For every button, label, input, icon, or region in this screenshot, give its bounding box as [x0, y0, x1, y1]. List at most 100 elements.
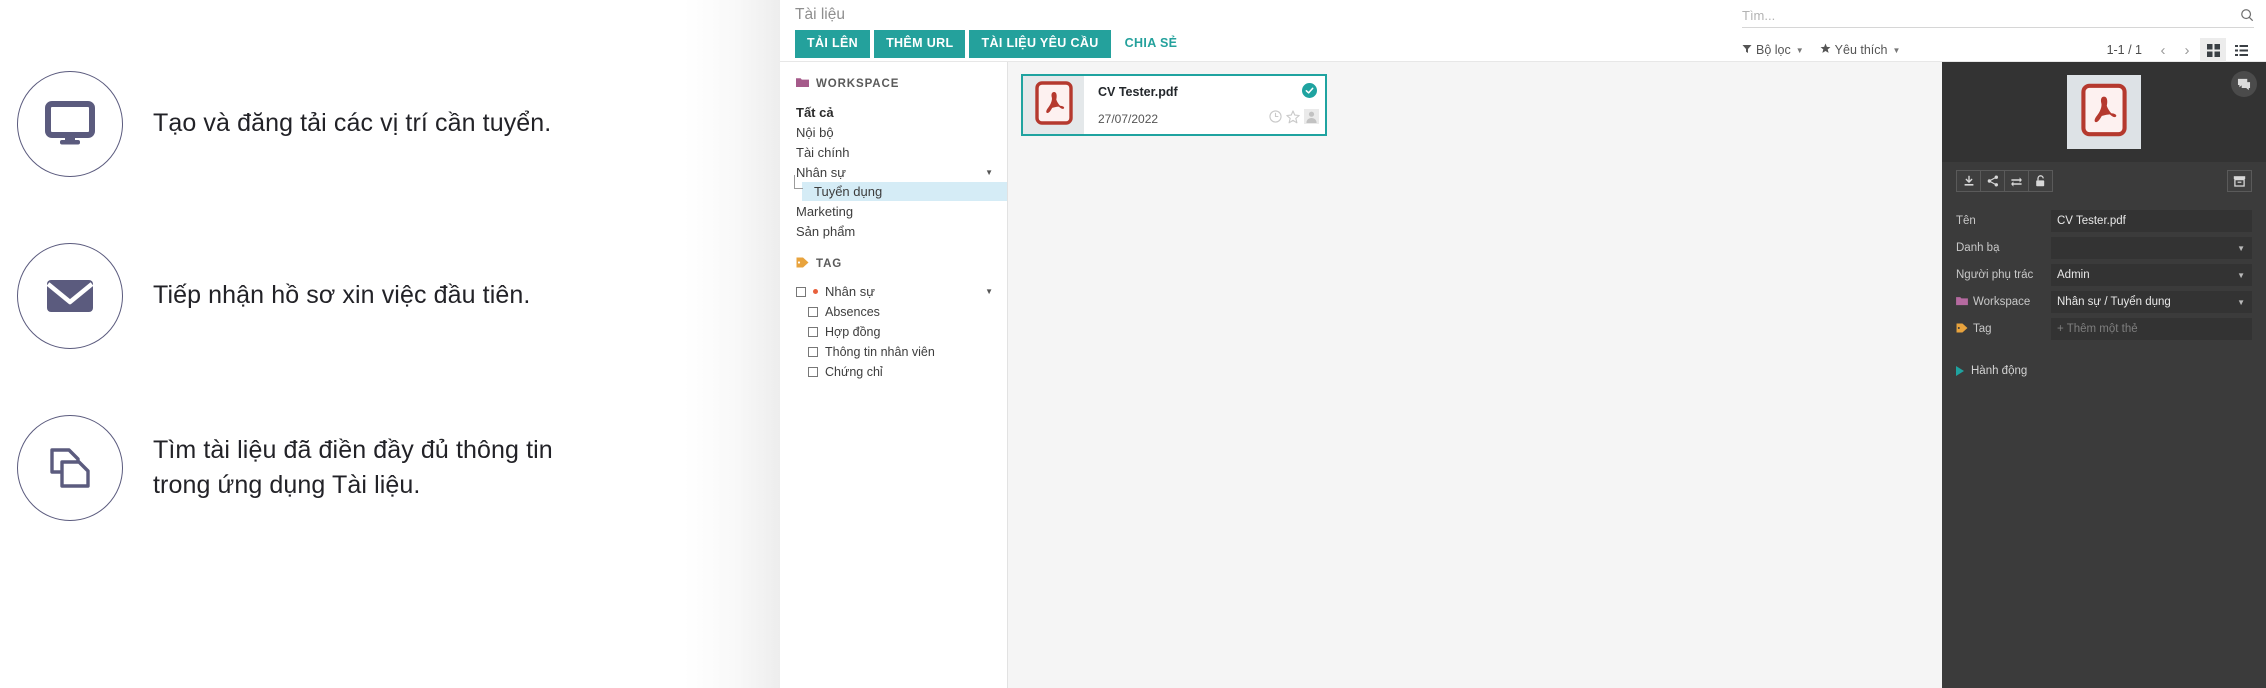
tag-item-certificate[interactable]: Chứng chỉ	[780, 362, 1007, 382]
document-name: CV Tester.pdf	[1098, 85, 1315, 99]
field-workspace-row: Workspace Nhân sự / Tuyển dụng ▼	[1956, 289, 2252, 315]
sidebar-item-all[interactable]: Tất cả	[780, 102, 1007, 122]
sidebar-workspace-header: WORKSPACE	[780, 75, 1007, 102]
control-panel-left: Tài liệu TẢI LÊN THÊM URL TÀI LIỆU YÊU C…	[780, 0, 1480, 58]
previous-page-button[interactable]: ‹	[2152, 39, 2174, 61]
search-input[interactable]	[1742, 8, 2240, 23]
field-tag-label: Tag	[1956, 323, 2051, 336]
promo-item-1-text: Tạo và đăng tải các vị trí cần tuyển.	[153, 106, 551, 142]
body-area: WORKSPACE Tất cả Nội bộ Tài chính Nhân s…	[780, 62, 2266, 688]
next-page-button[interactable]: ›	[2176, 39, 2198, 61]
pager-count: 1-1 / 1	[2107, 43, 2142, 57]
list-view-button[interactable]	[2228, 38, 2254, 62]
tag-checkbox[interactable]	[808, 367, 818, 377]
sidebar-item-finance[interactable]: Tài chính	[780, 142, 1007, 162]
add-url-button[interactable]: THÊM URL	[874, 30, 965, 58]
filter-label: Bộ lọc	[1756, 43, 1791, 57]
copy-documents-icon-circle	[17, 415, 123, 521]
sidebar-item-hr[interactable]: Nhân sự ▼	[780, 162, 1007, 182]
copy-documents-icon	[46, 444, 94, 492]
sidebar-item-marketing[interactable]: Marketing	[780, 201, 1007, 221]
tag-label: Hợp đồng	[825, 325, 880, 339]
filter-icon	[1742, 43, 1752, 57]
document-card[interactable]: CV Tester.pdf 27/07/2022	[1021, 74, 1327, 136]
field-owner-label: Người phụ trác	[1956, 269, 2051, 281]
preview-thumbnail	[2067, 75, 2141, 149]
field-workspace-value: Nhân sự / Tuyển dụng	[2057, 296, 2171, 308]
upload-button[interactable]: TẢI LÊN	[795, 30, 870, 58]
field-name-row: Tên CV Tester.pdf	[1956, 208, 2252, 234]
pager: 1-1 / 1 ‹ ›	[2107, 38, 2254, 62]
field-owner-value: Admin	[2057, 269, 2090, 281]
search-icon[interactable]	[2240, 8, 2254, 22]
tag-item-absences[interactable]: Absences	[780, 302, 1007, 322]
tag-checkbox[interactable]	[796, 287, 806, 297]
field-name-label: Tên	[1956, 215, 2051, 227]
monitor-icon-circle	[17, 71, 123, 177]
request-document-button[interactable]: TÀI LIỆU YÊU CẦU	[969, 30, 1110, 58]
folder-icon	[796, 75, 809, 93]
tag-color-dot	[813, 289, 818, 294]
field-workspace-input[interactable]: Nhân sự / Tuyển dụng ▼	[2051, 291, 2252, 313]
archive-icon[interactable]	[2227, 170, 2252, 192]
selected-check-badge[interactable]	[1302, 83, 1317, 98]
sidebar-item-internal[interactable]: Nội bộ	[780, 122, 1007, 142]
chevron-down-icon[interactable]: ▼	[2237, 244, 2245, 253]
breadcrumb[interactable]: Tài liệu	[795, 5, 1480, 25]
chevron-down-icon: ▼	[1893, 46, 1901, 55]
tag-item-employee-info[interactable]: Thông tin nhân viên	[780, 342, 1007, 362]
actions-section-toggle[interactable]: Hành động	[1942, 343, 2266, 377]
field-tag-input[interactable]: + Thêm một thẻ	[2051, 318, 2252, 340]
inspector-preview	[1942, 62, 2266, 162]
field-name-input[interactable]: CV Tester.pdf	[2051, 210, 2252, 232]
tag-checkbox[interactable]	[808, 347, 818, 357]
monitor-icon	[45, 101, 95, 147]
search-bar[interactable]	[1742, 4, 2254, 28]
field-workspace-label: Workspace	[1956, 296, 2051, 309]
app-screen: Tạo và đăng tải các vị trí cần tuyển. Ti…	[0, 0, 2266, 688]
documents-grid: CV Tester.pdf 27/07/2022	[1008, 62, 1942, 688]
field-owner-input[interactable]: Admin ▼	[2051, 264, 2252, 286]
replace-icon[interactable]	[2004, 170, 2029, 192]
sidebar-item-label: Nội bộ	[796, 125, 834, 140]
field-tag-row: Tag + Thêm một thẻ	[1956, 316, 2252, 342]
sidebar-item-label: Nhân sự	[796, 165, 846, 180]
chevron-down-icon[interactable]: ▼	[2237, 271, 2245, 280]
share-button[interactable]: CHIA SẺ	[1115, 30, 1188, 58]
tree-elbow-line	[794, 175, 803, 189]
tag-item-contract[interactable]: Hợp đồng	[780, 322, 1007, 342]
promo-item-3: Tìm tài liệu đã điền đầy đủ thông tin tr…	[0, 396, 780, 540]
avatar[interactable]	[1304, 109, 1319, 129]
clock-icon[interactable]	[1269, 110, 1282, 128]
share-icon[interactable]	[1980, 170, 2005, 192]
actions-section-label: Hành động	[1971, 365, 2027, 377]
tag-checkbox[interactable]	[808, 307, 818, 317]
tag-label: Thông tin nhân viên	[825, 345, 935, 359]
promo-item-2-text: Tiếp nhận hồ sơ xin việc đầu tiên.	[153, 278, 530, 314]
sidebar-item-recruitment[interactable]: Tuyển dụng	[802, 182, 1007, 201]
field-contact-input[interactable]: ▼	[2051, 237, 2252, 259]
envelope-icon	[45, 276, 95, 316]
chevron-down-icon[interactable]: ▼	[985, 287, 993, 296]
sidebar-workspace-list: Tất cả Nội bộ Tài chính Nhân sự ▼ Tuyển	[780, 102, 1007, 241]
tag-icon	[796, 255, 809, 273]
filter-dropdown[interactable]: Bộ lọc ▼	[1742, 43, 1804, 57]
sidebar-divider	[780, 241, 1007, 255]
favorites-dropdown[interactable]: Yêu thích ▼	[1820, 43, 1901, 57]
download-icon[interactable]	[1956, 170, 1981, 192]
chevron-down-icon[interactable]: ▼	[985, 168, 993, 177]
grid-view-button[interactable]	[2200, 38, 2226, 62]
lock-icon[interactable]	[2028, 170, 2053, 192]
chatter-toggle-button[interactable]	[2231, 71, 2257, 97]
chevron-down-icon[interactable]: ▼	[2237, 298, 2245, 307]
sidebar-item-label: Sản phẩm	[796, 224, 855, 239]
star-icon[interactable]	[1286, 110, 1300, 129]
sidebar-item-label: Tất cả	[796, 105, 834, 120]
field-contact-label: Danh bạ	[1956, 242, 2051, 254]
triangle-right-icon	[1956, 366, 1964, 376]
tag-checkbox[interactable]	[808, 327, 818, 337]
tag-icon	[1956, 323, 1968, 336]
sidebar-item-product[interactable]: Sản phẩm	[780, 221, 1007, 241]
tag-parent-hr[interactable]: Nhân sự ▼	[780, 281, 1007, 302]
document-info: CV Tester.pdf 27/07/2022	[1084, 76, 1325, 134]
